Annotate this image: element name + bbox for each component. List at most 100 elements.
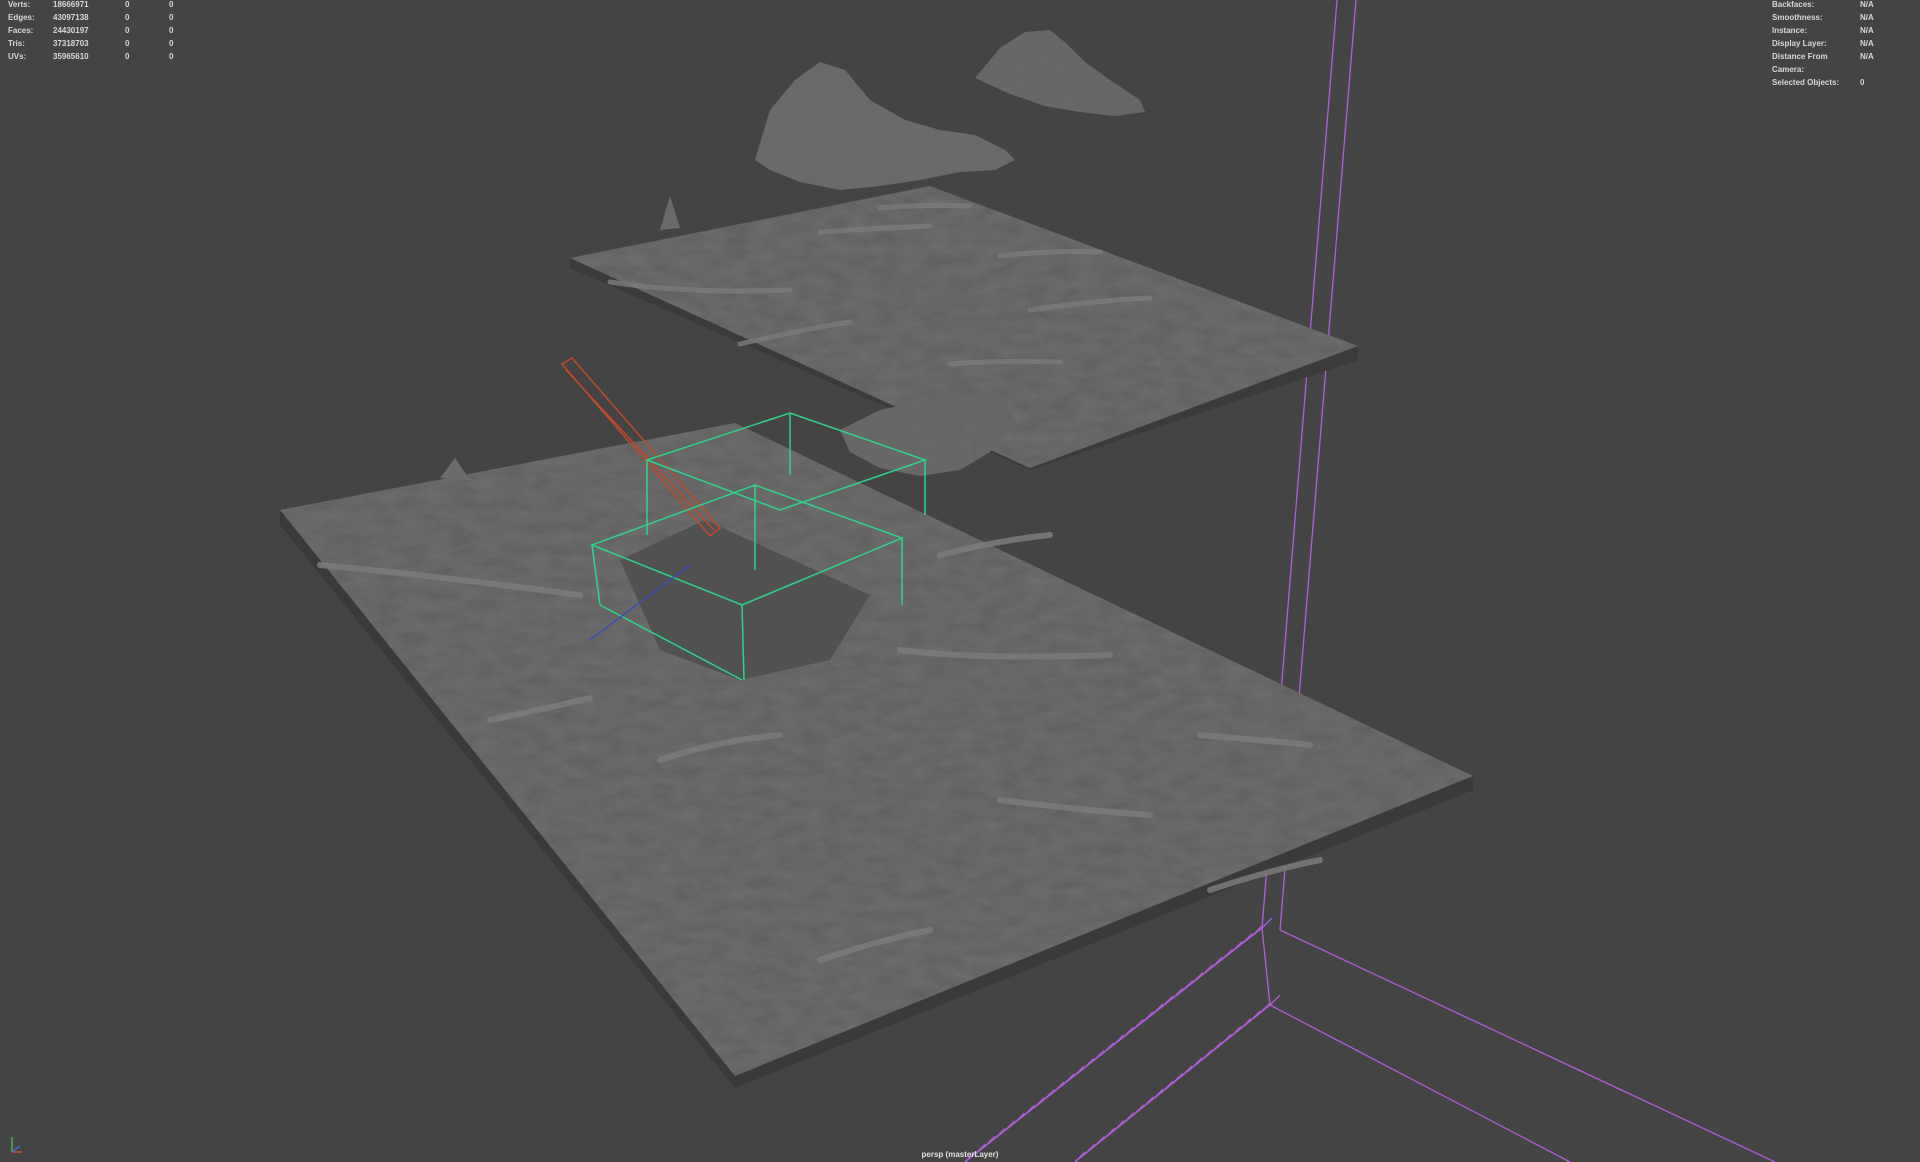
grid-tick xyxy=(1083,1057,1095,1069)
hud-stat-label: Tris: xyxy=(8,39,25,48)
grid-tick xyxy=(1221,948,1233,960)
grid-tick xyxy=(1192,972,1204,984)
hud-stat-component: 0 xyxy=(169,26,174,35)
grid-tick xyxy=(1123,1112,1135,1124)
grid-tick xyxy=(1094,1135,1105,1147)
grid-tick xyxy=(1113,1120,1125,1132)
hud-stat-row: Faces: 24430197 0 0 xyxy=(8,24,199,37)
grid-tick xyxy=(1113,1034,1124,1046)
grid-tick xyxy=(1269,994,1281,1006)
camera-label: persp (masterLayer) xyxy=(921,1150,999,1159)
hud-info-value: N/A xyxy=(1860,39,1874,48)
xyz-axis-icon xyxy=(11,1137,22,1153)
hud-stat-component: 0 xyxy=(169,0,174,9)
rock-cluster-large[interactable] xyxy=(755,62,1015,190)
hud-info-value: N/A xyxy=(1860,0,1874,9)
grid-tick xyxy=(1191,1057,1203,1069)
grid-tick xyxy=(994,1128,1006,1140)
hud-info-label: Distance From Camera: xyxy=(1772,52,1828,74)
hud-stat-component: 0 xyxy=(169,52,174,61)
hud-stat-component: 0 xyxy=(169,39,174,48)
grid-tick xyxy=(1172,1073,1183,1084)
hud-stat-row: UVs: 35965610 0 0 xyxy=(8,50,199,63)
hud-stat-component: 0 xyxy=(169,13,174,22)
grid-tick xyxy=(1212,956,1223,968)
grid-tick xyxy=(1261,917,1273,929)
grid-tick xyxy=(1202,964,1214,976)
grid-tick xyxy=(1201,1049,1213,1061)
grid-tick xyxy=(1122,1026,1134,1038)
terrain-lower[interactable] xyxy=(280,423,1473,1088)
grid-tick xyxy=(1211,1041,1222,1053)
hud-info-value: 0 xyxy=(1860,78,1865,87)
grid-tick xyxy=(1172,987,1184,999)
grid-tick xyxy=(984,1135,996,1147)
hud-stat-selected: 0 xyxy=(125,39,130,48)
scene-canvas[interactable] xyxy=(0,0,1920,1162)
hud-stat-label: Edges: xyxy=(8,13,35,22)
hud-info-value: N/A xyxy=(1860,52,1874,61)
hud-info-row: Instance: N/A xyxy=(1772,24,1874,37)
grid-tick xyxy=(1152,1003,1164,1015)
hud-info-label: Display Layer: xyxy=(1772,39,1827,48)
grid-tick xyxy=(1162,1080,1174,1092)
hud-info-row: Selected Objects: 0 xyxy=(1772,76,1874,89)
grid-tick xyxy=(1142,1011,1154,1023)
hud-info-label: Smoothness: xyxy=(1772,13,1823,22)
hud-stat-row: Edges: 43097138 0 0 xyxy=(8,11,199,24)
grid-tick xyxy=(1043,1089,1055,1101)
grid-tick xyxy=(1231,940,1243,952)
hud-stat-total: 18666971 xyxy=(53,0,89,9)
grid-tick xyxy=(1073,1065,1085,1077)
grid-tick xyxy=(1063,1073,1075,1085)
grid-tick xyxy=(1004,1120,1016,1132)
hud-stat-row: Tris: 37318703 0 0 xyxy=(8,37,199,50)
grid-tick xyxy=(1093,1050,1105,1062)
grid-tick xyxy=(1181,1065,1193,1077)
grid-tick xyxy=(1023,1104,1035,1116)
grid-tick xyxy=(1241,933,1253,945)
grid-tick xyxy=(1053,1081,1065,1093)
viewport-3d[interactable]: Verts: 18666971 0 0 Edges: 43097138 0 0 Faces: 24… xyxy=(0,0,1920,1162)
hud-stat-selected: 0 xyxy=(125,0,130,9)
grid-tick xyxy=(1133,1104,1144,1116)
grid-tick xyxy=(1230,1025,1242,1037)
grid-tick xyxy=(1251,925,1263,937)
grid-tick xyxy=(1014,1112,1025,1124)
hud-info-row: Smoothness: N/A xyxy=(1772,11,1874,24)
hud-stat-label: Verts: xyxy=(8,0,31,9)
object-info-hud: Backfaces: N/A Smoothness: N/A Instance: N/A D… xyxy=(1772,0,1874,89)
grid-tick xyxy=(1259,1002,1271,1014)
hud-info-value: N/A xyxy=(1860,26,1874,35)
grid-tick xyxy=(1103,1042,1115,1054)
hud-stat-label: UVs: xyxy=(8,52,27,61)
hud-stat-total: 37318703 xyxy=(53,39,89,48)
grid-tick xyxy=(1250,1010,1261,1022)
rock-cluster-middle[interactable] xyxy=(840,392,1015,476)
hud-stat-row: Verts: 18666971 0 0 xyxy=(8,0,199,11)
hud-info-row: Display Layer: N/A xyxy=(1772,37,1874,50)
ground-grid xyxy=(964,0,1776,1162)
hud-stat-selected: 0 xyxy=(125,13,130,22)
hud-stat-selected: 0 xyxy=(125,26,130,35)
grid-tick xyxy=(1103,1127,1115,1139)
poly-count-hud: Verts: 18666971 0 0 Edges: 43097138 0 0 Faces: 24… xyxy=(8,0,199,63)
grid-tick xyxy=(1240,1018,1252,1030)
grid-tick xyxy=(1152,1088,1164,1100)
grid-tick xyxy=(1142,1096,1154,1108)
rock-cluster-small[interactable] xyxy=(975,30,1145,116)
grid-tick xyxy=(1220,1033,1232,1045)
hud-stat-selected: 0 xyxy=(125,52,130,61)
hud-info-label: Selected Objects: xyxy=(1772,78,1840,87)
hud-stat-label: Faces: xyxy=(8,26,34,35)
hud-info-label: Backfaces: xyxy=(1772,0,1815,9)
hud-info-value: N/A xyxy=(1860,13,1874,22)
hud-stat-total: 24430197 xyxy=(53,26,89,35)
hud-stat-total: 35965610 xyxy=(53,52,89,61)
hud-info-row: Distance From Camera: N/A xyxy=(1772,50,1874,76)
grid-tick xyxy=(1162,995,1174,1007)
hud-info-row: Backfaces: N/A xyxy=(1772,0,1874,11)
hud-stat-total: 43097138 xyxy=(53,13,89,22)
grid-tick xyxy=(1182,979,1194,991)
hud-info-label: Instance: xyxy=(1772,26,1808,35)
